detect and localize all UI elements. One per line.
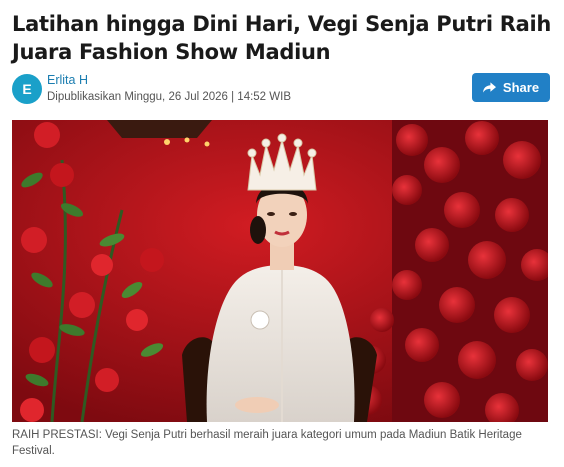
share-button[interactable]: Share [472, 73, 550, 102]
photo-illustration [12, 120, 548, 422]
photo-caption: RAIH PRESTASI: Vegi Senja Putri berhasil… [12, 429, 522, 457]
share-button-label: Share [502, 80, 540, 95]
author-row: E Erlita H Dipublikasikan Minggu, 26 Jul… [12, 72, 552, 104]
share-arrow-icon [482, 81, 496, 93]
publish-date: Dipublikasikan Minggu, 26 Jul 2026 | 14:… [47, 91, 291, 103]
author-name-link[interactable]: Erlita H [47, 73, 88, 87]
article-title: Latihan hingga Dini Hari, Vegi Senja Put… [12, 12, 552, 64]
author-avatar[interactable]: E [12, 74, 42, 104]
article-photo [12, 120, 548, 422]
